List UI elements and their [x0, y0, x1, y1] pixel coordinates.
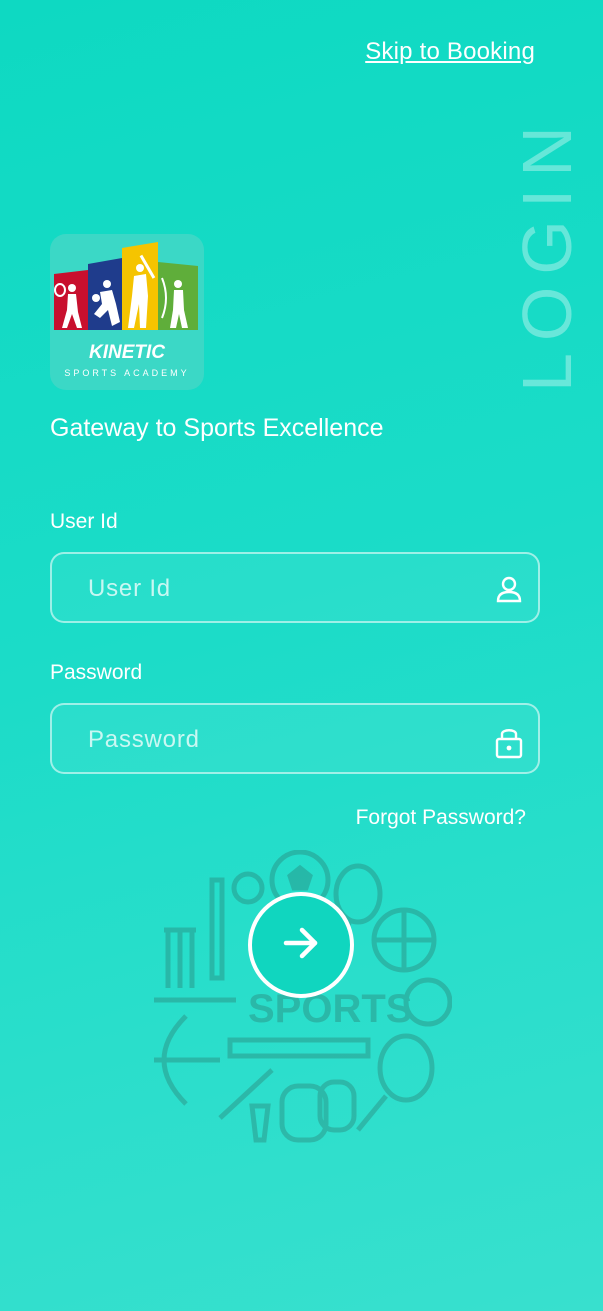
tagline: Gateway to Sports Excellence [50, 414, 384, 442]
login-submit-button[interactable] [248, 892, 354, 998]
user-id-field[interactable] [50, 552, 540, 623]
brand-subtitle: SPORTS ACADEMY [64, 368, 189, 378]
forgot-password-link[interactable]: Forgot Password? [356, 806, 526, 830]
password-field[interactable] [50, 703, 540, 774]
lock-icon [494, 725, 524, 759]
sports-art-text: SPORTS [248, 987, 412, 1031]
brand-logo: KINETIC SPORTS ACADEMY [50, 234, 204, 390]
vertical-login-title: LOGIN [508, 114, 586, 392]
arrow-right-icon [279, 921, 323, 970]
brand-name: KINETIC [89, 342, 165, 363]
skip-to-booking-link[interactable]: Skip to Booking [365, 38, 535, 66]
password-label: Password [50, 661, 143, 684]
user-icon [494, 574, 524, 604]
user-id-label: User Id [50, 510, 118, 533]
password-input[interactable] [86, 705, 480, 774]
user-id-input[interactable] [86, 554, 480, 623]
